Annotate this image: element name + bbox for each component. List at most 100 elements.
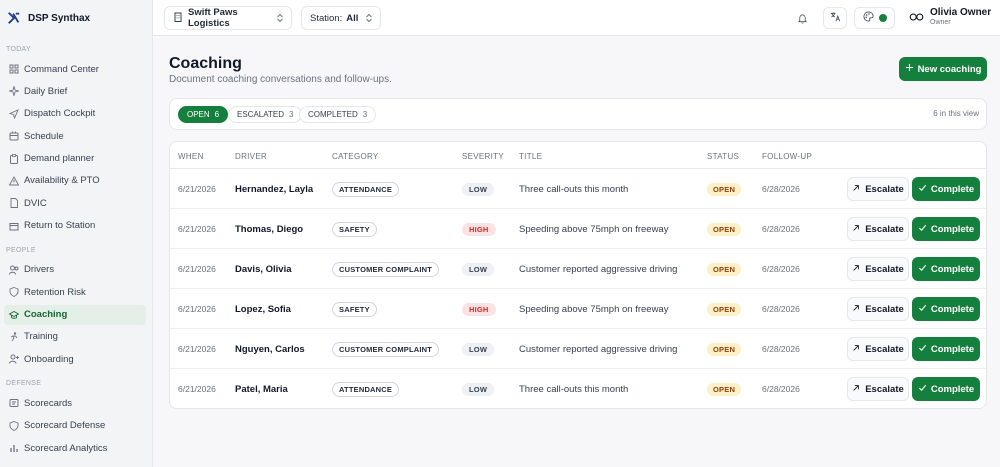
- brand-logo-icon: [6, 10, 22, 26]
- row-follow-up: 6/28/2026: [762, 264, 800, 274]
- sidebar-item-scorecards[interactable]: Scorecards: [4, 393, 146, 413]
- status-badge: OPEN: [707, 382, 742, 396]
- sidebar-item-return-to-station[interactable]: Return to Station: [4, 216, 146, 236]
- escalate-button[interactable]: Escalate: [847, 297, 909, 321]
- shield-icon: [9, 420, 19, 431]
- theme-button[interactable]: [854, 7, 895, 29]
- sidebar-item-training[interactable]: Training: [4, 327, 146, 347]
- tab-count: 6: [214, 110, 220, 119]
- sidebar-item-retention-risk[interactable]: Retention Risk: [4, 282, 146, 302]
- complete-button[interactable]: Complete: [912, 217, 980, 241]
- severity-badge: LOW: [462, 382, 495, 396]
- complete-button[interactable]: Complete: [912, 177, 980, 201]
- filter-bar: OPEN 6 ESCALATED 3 COMPLETED 3 6 in this…: [169, 98, 987, 130]
- brand[interactable]: DSP Synthax: [0, 0, 152, 36]
- row-title: Speeding above 75mph on freeway: [519, 223, 669, 235]
- bell-icon[interactable]: [793, 9, 811, 27]
- arrow-up-right-icon: [852, 384, 860, 395]
- severity-badge: HIGH: [462, 222, 496, 236]
- sidebar-item-dispatch-cockpit[interactable]: Dispatch Cockpit: [4, 104, 146, 124]
- row-driver[interactable]: Thomas, Diego: [235, 209, 303, 249]
- station-select[interactable]: Station: All: [301, 6, 381, 30]
- graduation-icon: [9, 310, 19, 320]
- plus-icon: [905, 63, 914, 75]
- status-badge: OPEN: [707, 222, 742, 236]
- sidebar-item-command-center[interactable]: Command Center: [4, 59, 146, 79]
- sidebar-item-label: Schedule: [24, 130, 64, 142]
- file-icon: [9, 198, 19, 209]
- user-menu[interactable]: Olivia Owner Owner: [908, 7, 991, 27]
- sidebar-item-demand-planner[interactable]: Demand planner: [4, 149, 146, 169]
- row-when: 6/21/2026: [178, 184, 216, 194]
- sidebar-item-onboarding[interactable]: Onboarding: [4, 349, 146, 369]
- row-driver[interactable]: Patel, Maria: [235, 369, 288, 408]
- tab-count: 3: [362, 110, 368, 119]
- coaching-table: WHEN DRIVER CATEGORY SEVERITY TITLE STAT…: [169, 141, 987, 409]
- row-driver[interactable]: Hernandez, Layla: [235, 169, 313, 209]
- category-badge: SAFETY: [332, 301, 377, 317]
- escalate-button[interactable]: Escalate: [847, 377, 909, 401]
- row-driver[interactable]: Davis, Olivia: [235, 249, 292, 289]
- escalate-label: Escalate: [865, 383, 904, 395]
- escalate-button[interactable]: Escalate: [847, 337, 909, 361]
- shield-icon: [9, 287, 19, 298]
- row-category: SAFETY: [332, 289, 377, 329]
- status-badge: OPEN: [707, 302, 742, 316]
- sidebar-item-scorecard-defense[interactable]: Scorecard Defense: [4, 416, 146, 436]
- column-header: TITLE: [519, 152, 543, 161]
- sidebar-item-dvic[interactable]: DVIC: [4, 193, 146, 213]
- severity-badge: HIGH: [462, 302, 496, 316]
- complete-label: Complete: [930, 343, 975, 355]
- check-icon: [918, 343, 927, 355]
- translate-button[interactable]: [823, 7, 847, 29]
- topbar: Swift Paws Logistics Station: All Olivia…: [153, 0, 1000, 36]
- complete-button[interactable]: Complete: [912, 377, 980, 401]
- chevron-updown-icon: [276, 13, 284, 23]
- escalate-button[interactable]: Escalate: [847, 217, 909, 241]
- column-header: WHEN: [178, 152, 204, 161]
- column-header: SEVERITY: [462, 152, 504, 161]
- escalate-button[interactable]: Escalate: [847, 177, 909, 201]
- row-driver[interactable]: Lopez, Sofia: [235, 289, 291, 329]
- row-driver[interactable]: Nguyen, Carlos: [235, 329, 305, 369]
- column-header: STATUS: [707, 152, 740, 161]
- page-subtitle: Document coaching conversations and foll…: [169, 74, 392, 85]
- escalate-button[interactable]: Escalate: [847, 257, 909, 281]
- users-icon: [9, 265, 19, 275]
- row-when: 6/21/2026: [178, 344, 216, 354]
- tab-completed[interactable]: COMPLETED 3: [299, 106, 377, 123]
- brand-name: DSP Synthax: [28, 12, 91, 24]
- org-select[interactable]: Swift Paws Logistics: [164, 6, 292, 30]
- nav-section-today: TODAY: [6, 46, 31, 53]
- sidebar-item-schedule[interactable]: Schedule: [4, 126, 146, 146]
- tab-open[interactable]: OPEN 6: [178, 106, 229, 123]
- run-icon: [9, 332, 19, 342]
- row-severity: LOW: [462, 329, 495, 369]
- complete-button[interactable]: Complete: [912, 257, 980, 281]
- complete-button[interactable]: Complete: [912, 297, 980, 321]
- column-header: CATEGORY: [332, 152, 379, 161]
- sidebar-item-scorecard-analytics[interactable]: Scorecard Analytics: [4, 438, 146, 458]
- sidebar-item-daily-brief[interactable]: Daily Brief: [4, 81, 146, 101]
- row-category: CUSTOMER COMPLAINT: [332, 249, 440, 289]
- row-status: OPEN: [707, 369, 742, 408]
- tab-escalated[interactable]: ESCALATED 3: [228, 106, 303, 123]
- sidebar-item-coaching[interactable]: Coaching: [4, 304, 146, 325]
- check-icon: [918, 303, 927, 315]
- translate-icon: [830, 9, 841, 27]
- tab-label: ESCALATED: [237, 110, 284, 119]
- row-when: 6/21/2026: [178, 224, 216, 234]
- table-row: 6/21/2026 Thomas, Diego SAFETY HIGH Speeding…: [170, 209, 986, 249]
- category-badge: CUSTOMER COMPLAINT: [332, 341, 440, 357]
- row-title: Three call-outs this month: [519, 383, 629, 395]
- sidebar-item-label: Daily Brief: [24, 85, 68, 97]
- complete-button[interactable]: Complete: [912, 337, 980, 361]
- sidebar-item-availability-pto[interactable]: Availability & PTO: [4, 171, 146, 191]
- row-category: ATTENDANCE: [332, 169, 400, 209]
- new-coaching-button[interactable]: New coaching: [899, 57, 987, 81]
- user-plus-icon: [9, 354, 19, 364]
- sidebar-item-drivers[interactable]: Drivers: [4, 260, 146, 280]
- severity-badge: LOW: [462, 342, 495, 356]
- chart-icon: [9, 443, 19, 453]
- category-badge: ATTENDANCE: [332, 181, 400, 197]
